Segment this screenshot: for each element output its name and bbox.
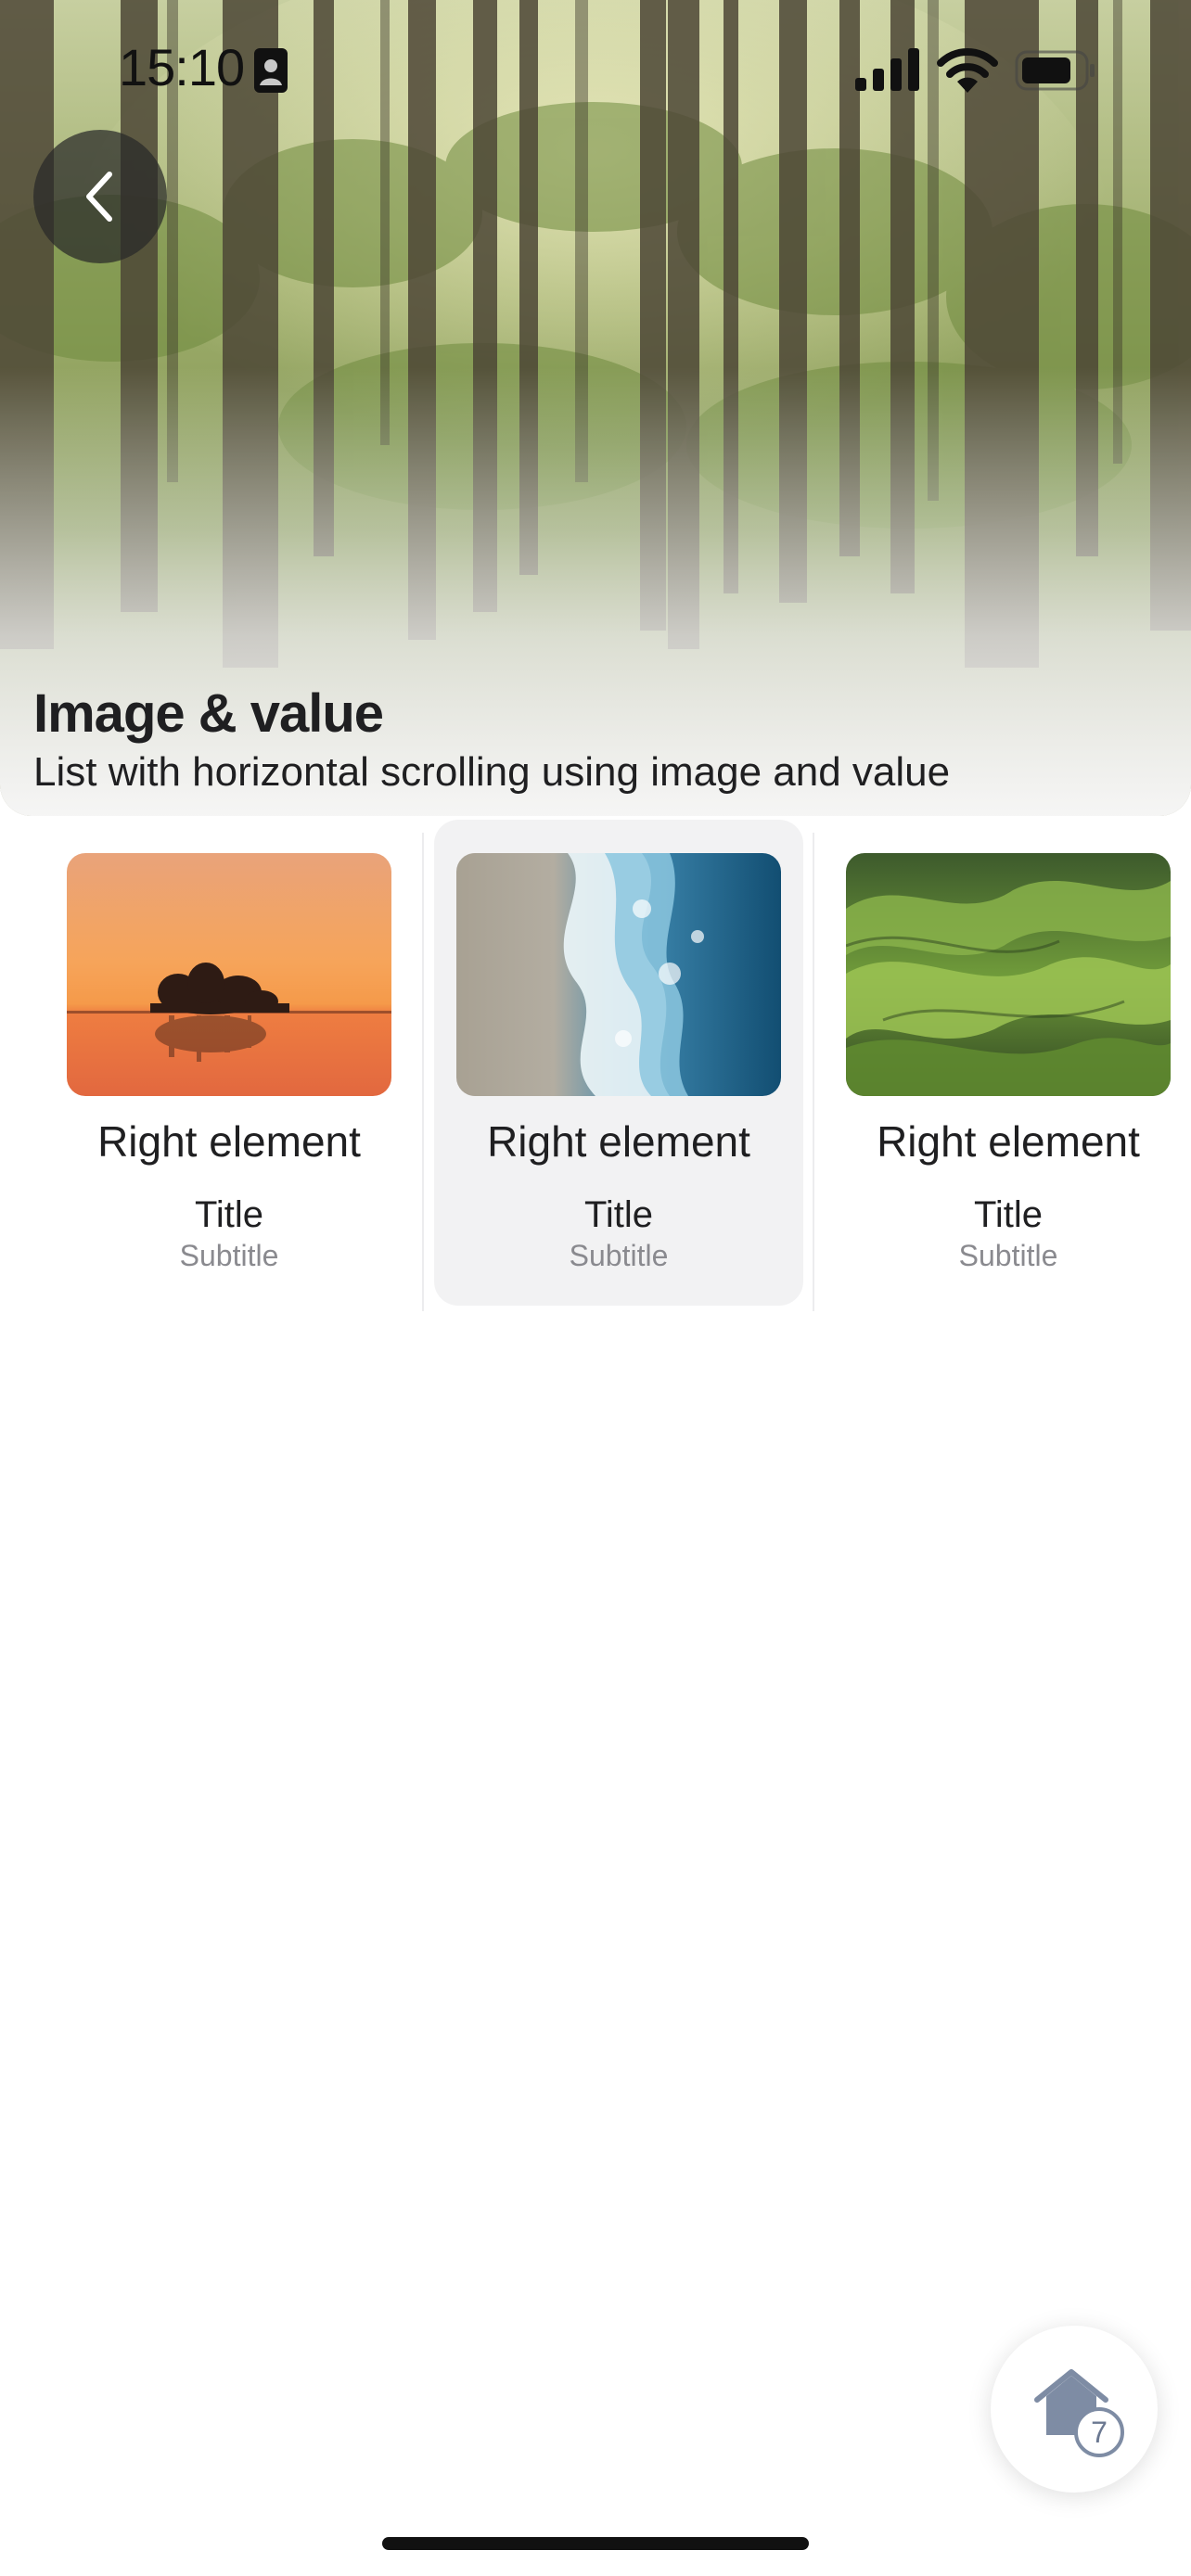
home-fab-button[interactable]: 7 <box>991 2326 1158 2493</box>
list-item-title: Title <box>194 1194 264 1235</box>
list-item-value: Right element <box>97 1117 361 1166</box>
list-item-image <box>846 853 1171 1096</box>
page-subtitle: List with horizontal scrolling using ima… <box>33 749 951 795</box>
ocean-waves-image <box>456 853 781 1096</box>
list-item-image <box>67 853 391 1096</box>
list-item-value: Right element <box>487 1117 750 1166</box>
list-item-value: Right element <box>877 1117 1140 1166</box>
notification-badge: 7 <box>1074 2407 1124 2457</box>
sunset-lake-image <box>67 853 391 1096</box>
list-item-subtitle: Subtitle <box>958 1239 1058 1272</box>
list-item-title: Title <box>583 1194 654 1235</box>
green-hills-image <box>846 853 1171 1096</box>
list-item-subtitle: Subtitle <box>569 1239 669 1272</box>
home-indicator[interactable] <box>382 2537 809 2550</box>
list-divider <box>813 833 814 1311</box>
signal-icon <box>855 48 919 91</box>
list-item-image <box>456 853 781 1096</box>
status-bar: 15:10 <box>0 0 1191 139</box>
list-divider <box>422 833 424 1311</box>
horizontal-image-value-list[interactable]: Right element Title Subtitle Right eleme… <box>0 820 1191 1311</box>
page-title: Image & value <box>33 683 384 744</box>
contact-card-icon <box>254 48 288 93</box>
battery-icon <box>1015 50 1095 91</box>
list-item[interactable]: Right element Title Subtitle <box>45 820 414 1306</box>
list-item[interactable]: Right element Title Subtitle <box>824 820 1191 1306</box>
list-item[interactable]: Right element Title Subtitle <box>434 820 803 1306</box>
chevron-left-icon <box>86 172 112 222</box>
list-item-subtitle: Subtitle <box>179 1239 279 1272</box>
header-hero: 15:10 Image & value List with horizontal… <box>0 0 1191 816</box>
wifi-icon <box>937 48 998 93</box>
list-item-title: Title <box>973 1194 1044 1235</box>
status-time: 15:10 <box>119 38 245 96</box>
back-button[interactable] <box>33 130 167 263</box>
